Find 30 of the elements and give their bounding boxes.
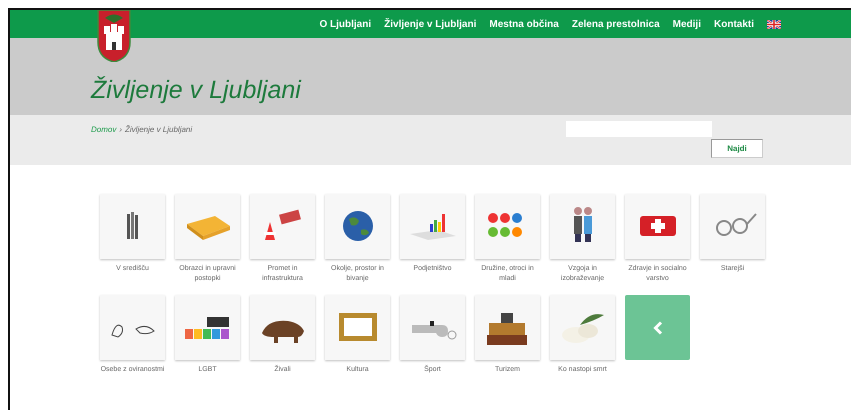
category-tile[interactable] bbox=[100, 194, 165, 259]
breadcrumb-current: Življenje v Ljubljani bbox=[125, 125, 192, 134]
category-tile[interactable] bbox=[475, 194, 540, 259]
category-tile[interactable] bbox=[400, 194, 465, 259]
chevron-left-icon bbox=[652, 320, 662, 334]
nav-link[interactable]: Zelena prestolnica bbox=[572, 18, 660, 30]
category-tile[interactable] bbox=[325, 194, 390, 259]
breadcrumb-link[interactable]: Domov bbox=[91, 125, 116, 134]
category-tile[interactable] bbox=[700, 194, 765, 259]
category-tile[interactable] bbox=[625, 194, 690, 259]
category-tile[interactable] bbox=[325, 295, 390, 360]
page-title: Življenje v Ljubljani bbox=[91, 76, 301, 105]
breadcrumb-separator: › bbox=[119, 125, 122, 134]
category-tile[interactable] bbox=[100, 295, 165, 360]
search-button[interactable]: Najdi bbox=[711, 139, 763, 158]
uk-flag-icon[interactable] bbox=[767, 20, 781, 28]
nav-link[interactable]: O Ljubljani bbox=[319, 18, 372, 30]
category-tile[interactable] bbox=[175, 295, 240, 360]
nav-link[interactable]: Mestna občina bbox=[489, 18, 559, 30]
category-tile[interactable] bbox=[550, 295, 615, 360]
category-tile[interactable] bbox=[475, 295, 540, 360]
category-tile[interactable] bbox=[250, 194, 315, 259]
category-tile[interactable] bbox=[175, 194, 240, 259]
nav-link[interactable]: Kontakti bbox=[714, 18, 754, 30]
nav-link[interactable]: Življenje v Ljubljani bbox=[384, 18, 476, 30]
category-tile[interactable] bbox=[250, 295, 315, 360]
coat-of-arms-logo[interactable] bbox=[97, 10, 131, 62]
nav-link[interactable]: Mediji bbox=[672, 18, 701, 30]
category-tile[interactable] bbox=[550, 194, 615, 259]
category-tile[interactable] bbox=[400, 295, 465, 360]
